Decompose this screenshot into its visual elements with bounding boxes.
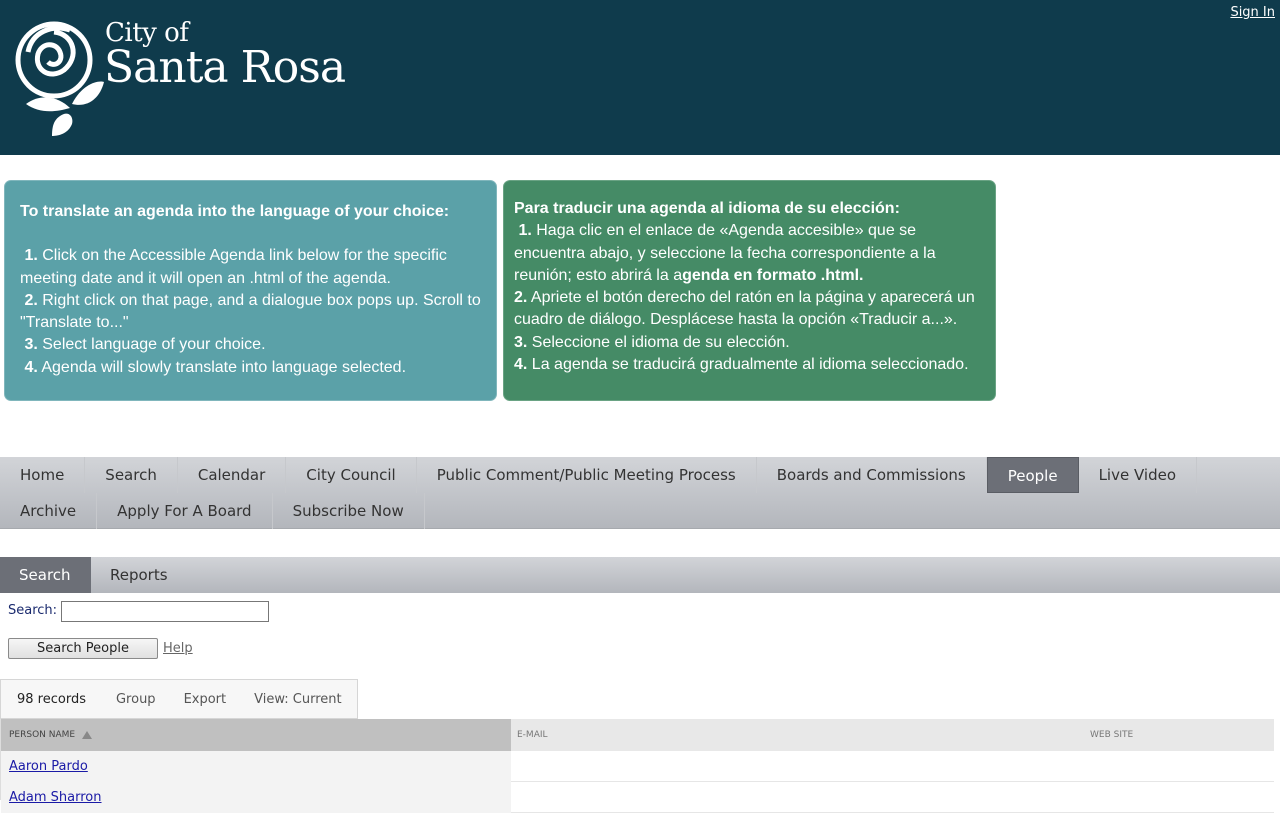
nav-calendar[interactable]: Calendar [178, 457, 287, 493]
nav-apply-board[interactable]: Apply For A Board [97, 493, 273, 529]
main-navigation: Home Search Calendar City Council Public… [0, 457, 1280, 529]
step-number: 3. [24, 336, 38, 354]
step-number: 1. [24, 247, 38, 265]
step-text: Seleccione el idioma de su elección. [531, 333, 790, 351]
person-link[interactable]: Aaron Pardo [9, 759, 88, 774]
nav-live-video[interactable]: Live Video [1079, 457, 1198, 493]
sub-navigation: Search Reports [0, 557, 1280, 593]
logo-name-text: Santa Rosa [104, 42, 346, 93]
step-number: 4. [24, 358, 38, 376]
table-row: Aaron Pardo [1, 751, 1274, 782]
tab-search[interactable]: Search [0, 557, 91, 593]
column-website[interactable]: WEB SITE [1090, 719, 1133, 751]
panel-es-step: 3. Seleccione el idioma de su elección. [514, 332, 985, 354]
sign-in-link[interactable]: Sign In [1230, 5, 1275, 20]
nav-public-comment[interactable]: Public Comment/Public Meeting Process [417, 457, 757, 493]
column-person-name[interactable]: PERSON NAME [1, 719, 511, 751]
nav-city-council[interactable]: City Council [286, 457, 417, 493]
site-header: City of Santa Rosa Sign In [0, 0, 1280, 155]
records-count: 98 records [17, 691, 86, 707]
step-number: 3. [514, 333, 528, 351]
search-input[interactable] [61, 601, 269, 622]
search-label: Search: [8, 603, 58, 618]
column-email[interactable]: E-MAIL [517, 719, 548, 751]
step-text: Right click on that page, and a dialogue… [20, 291, 481, 332]
step-number: 2. [514, 289, 528, 307]
nav-home[interactable]: Home [0, 457, 86, 493]
nav-subscribe[interactable]: Subscribe Now [273, 493, 425, 529]
panel-es-step: 2. Apriete el botón derecho del ratón en… [514, 287, 985, 332]
person-name-cell: Adam Sharron [1, 782, 511, 813]
panel-en-step: 3. Select language of your choice. [20, 334, 481, 356]
step-text: La agenda se traducirá gradualmente al i… [531, 356, 969, 374]
tab-reports[interactable]: Reports [91, 557, 187, 593]
person-name-cell: Aaron Pardo [1, 751, 511, 782]
step-text: Click on the Accessible Agenda link belo… [20, 247, 447, 287]
grid-toolbar: 98 records Group Export View: Current [0, 679, 358, 719]
nav-people[interactable]: People [986, 457, 1079, 493]
translate-instructions-english: To translate an agenda into the language… [4, 180, 497, 401]
step-number: 2. [24, 291, 38, 309]
step-number: 1. [518, 222, 532, 240]
column-label: PERSON NAME [9, 730, 76, 740]
nav-boards-commissions[interactable]: Boards and Commissions [757, 457, 987, 493]
person-link[interactable]: Adam Sharron [9, 790, 102, 805]
search-people-button[interactable]: Search People [8, 638, 158, 659]
panel-en-title: To translate an agenda into the language… [20, 203, 450, 220]
panel-es-title: Para traducir una agenda al idioma de su… [514, 200, 900, 217]
nav-search[interactable]: Search [85, 457, 178, 493]
panel-es-step: 4. La agenda se traducirá gradualmente a… [514, 354, 985, 376]
sort-ascending-icon [81, 730, 92, 739]
group-button[interactable]: Group [102, 692, 170, 707]
panel-en-step: 2. Right click on that page, and a dialo… [20, 290, 481, 335]
people-grid: PERSON NAME E-MAIL WEB SITE Aaron Pardo … [0, 719, 1274, 813]
nav-archive[interactable]: Archive [0, 493, 98, 529]
panel-en-step: 1. Click on the Accessible Agenda link b… [20, 245, 481, 290]
table-row: Adam Sharron [1, 782, 1274, 813]
translate-instructions-spanish: Para traducir una agenda al idioma de su… [503, 180, 996, 401]
export-button[interactable]: Export [170, 692, 241, 707]
step-text: Select language of your choice. [42, 336, 266, 354]
grid-header: PERSON NAME E-MAIL WEB SITE [1, 719, 1274, 751]
help-link[interactable]: Help [163, 641, 193, 656]
view-selector[interactable]: View: Current [240, 692, 355, 707]
step-bold-tail: genda en formato .html. [682, 266, 864, 284]
panel-es-step: 1. Haga clic en el enlace de «Agenda acc… [514, 220, 985, 287]
panel-en-step: 4. Agenda will slowly translate into lan… [20, 357, 481, 379]
step-text: Apriete el botón derecho del ratón en la… [514, 289, 975, 329]
step-text: Agenda will slowly translate into langua… [41, 358, 407, 376]
step-number: 4. [514, 356, 528, 374]
